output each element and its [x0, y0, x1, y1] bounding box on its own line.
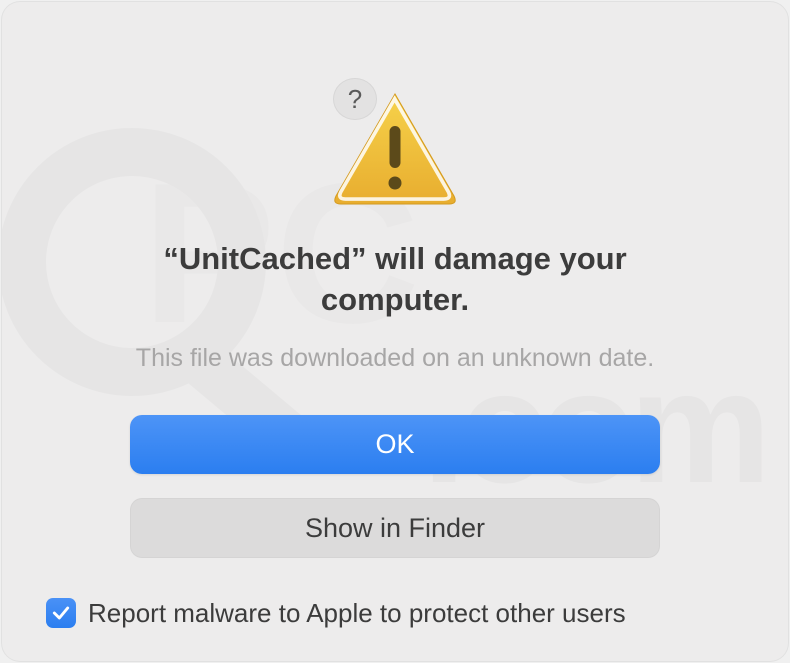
report-checkbox-row: Report malware to Apple to protect other…: [46, 598, 626, 629]
alert-dialog: .com PC ? “UnitCached” will damage your …: [2, 2, 788, 661]
ok-button[interactable]: OK: [130, 415, 660, 475]
report-checkbox[interactable]: [46, 598, 76, 628]
show-in-finder-button[interactable]: Show in Finder: [130, 498, 660, 558]
report-checkbox-label: Report malware to Apple to protect other…: [88, 598, 626, 629]
dialog-title: “UnitCached” will damage your computer.: [115, 239, 675, 320]
dialog-subtitle: This file was downloaded on an unknown d…: [136, 344, 654, 373]
warning-icon: [330, 88, 460, 211]
checkmark-icon: [51, 603, 71, 623]
